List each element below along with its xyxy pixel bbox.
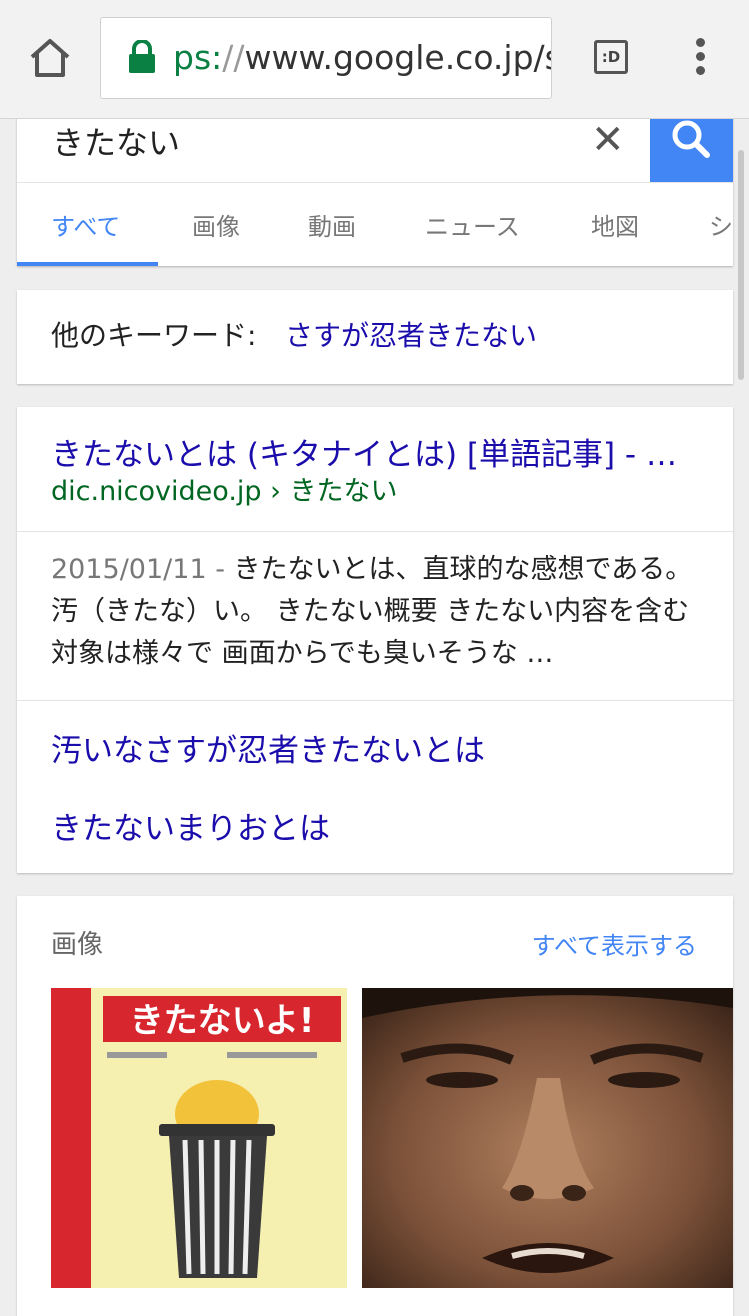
tab-switcher-button[interactable]: :D bbox=[594, 40, 628, 74]
tab-images[interactable]: 画像 bbox=[192, 207, 240, 242]
result-date: 2015/01/11 - bbox=[51, 554, 234, 585]
related-keyword-link[interactable]: さすが忍者きたない bbox=[285, 314, 537, 354]
home-icon[interactable] bbox=[24, 32, 76, 84]
divider bbox=[17, 182, 733, 183]
overflow-menu-icon[interactable] bbox=[688, 38, 712, 80]
lock-icon bbox=[127, 39, 157, 74]
tab-more[interactable]: シ bbox=[709, 207, 733, 242]
scrollbar[interactable] bbox=[738, 150, 744, 380]
clear-icon[interactable]: ✕ bbox=[591, 120, 625, 160]
result-snippet: 2015/01/11 - きたないとは、直球的な感想である。汚（きたな）い。 き… bbox=[51, 554, 693, 669]
see-all-images-link[interactable]: すべて表示する bbox=[532, 926, 697, 961]
browser-toolbar: ps://www.google.co.jp/s :D bbox=[0, 0, 749, 119]
search-input[interactable]: きたない bbox=[52, 118, 180, 164]
result-title-link[interactable]: きたないとは (キタナイとは) [単語記事] - … bbox=[51, 429, 711, 474]
tab-all[interactable]: すべて bbox=[51, 207, 120, 242]
related-keywords-label: 他のキーワード: bbox=[51, 319, 257, 352]
tab-news[interactable]: ニュース bbox=[425, 207, 520, 242]
tab-videos[interactable]: 動画 bbox=[308, 207, 356, 242]
related-keywords-card: 他のキーワード: さすが忍者きたない bbox=[17, 290, 733, 384]
image-thumbnail-book[interactable]: きたないよ! bbox=[51, 988, 347, 1288]
divider bbox=[17, 531, 733, 532]
images-card: 画像 すべて表示する きたないよ! bbox=[17, 896, 733, 1316]
search-result-card: きたないとは (キタナイとは) [単語記事] - … dic.nicovideo… bbox=[17, 407, 733, 873]
search-header: きたない ✕ すべて 画像 動画 ニュース 地図 シ bbox=[17, 100, 733, 266]
sublink[interactable]: きたないまりおとは bbox=[51, 803, 330, 848]
active-tab-indicator bbox=[17, 262, 158, 266]
url-text: ps://www.google.co.jp/s bbox=[173, 38, 552, 77]
image-thumbnail-face[interactable] bbox=[362, 988, 733, 1288]
images-heading: 画像 bbox=[51, 930, 104, 960]
sublink[interactable]: 汚いなさすが忍者きたないとは bbox=[51, 725, 485, 770]
tab-maps[interactable]: 地図 bbox=[591, 207, 639, 242]
result-url[interactable]: dic.nicovideo.jp › きたない bbox=[51, 469, 398, 508]
book-title: きたないよ! bbox=[130, 1001, 315, 1041]
address-bar[interactable]: ps://www.google.co.jp/s bbox=[100, 17, 552, 99]
divider bbox=[17, 700, 733, 701]
